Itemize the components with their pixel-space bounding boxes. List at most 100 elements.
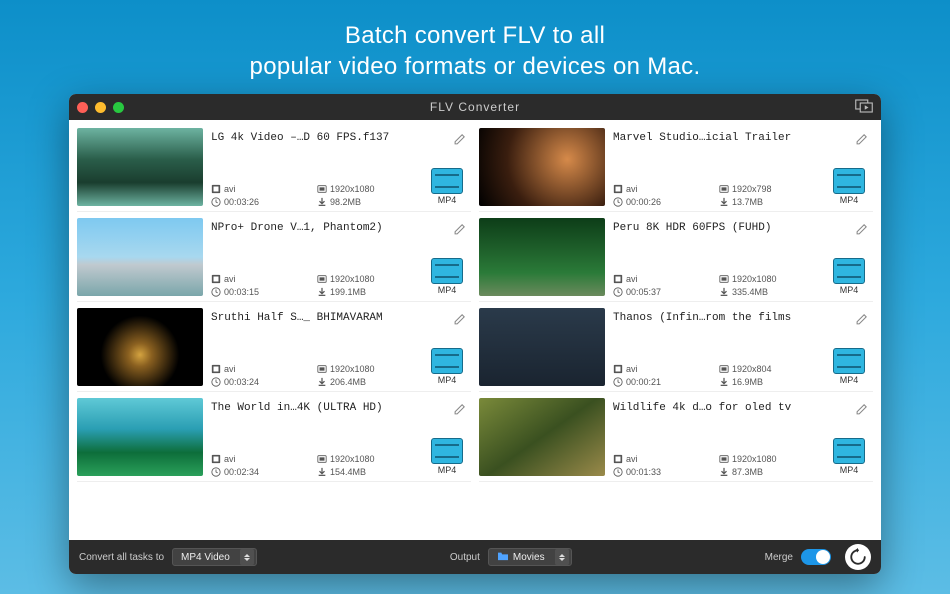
video-thumbnail[interactable] (479, 128, 605, 206)
video-format: avi (211, 184, 309, 194)
footer-bar: Convert all tasks to MP4 Video Output Mo… (69, 540, 881, 574)
video-format: avi (211, 364, 309, 374)
video-thumbnail[interactable] (479, 218, 605, 296)
video-thumbnail[interactable] (479, 398, 605, 476)
app-window: FLV Converter LG 4k Video –…D 60 FPS.f13… (69, 94, 881, 574)
format-icon (431, 258, 463, 284)
video-card[interactable]: Wildlife 4k d…o for oled tvavi1920x10800… (479, 398, 873, 482)
chevron-updown-icon (240, 549, 254, 565)
video-info: Thanos (Infin…rom the filmsavi1920x80400… (605, 308, 825, 391)
video-duration: 00:03:26 (211, 197, 309, 207)
output-folder-select[interactable]: Movies (488, 548, 572, 566)
marketing-headline: Batch convert FLV to allpopular video fo… (0, 0, 950, 94)
video-title: Sruthi Half S…_ BHIMAVARAM (211, 312, 415, 324)
edit-icon[interactable] (855, 402, 869, 421)
video-title: LG 4k Video –…D 60 FPS.f137 (211, 132, 415, 144)
format-label: MP4 (840, 375, 859, 385)
video-card[interactable]: NPro+ Drone V…1, Phantom2)avi1920x108000… (77, 218, 471, 302)
video-info: LG 4k Video –…D 60 FPS.f137 avi 1920x1080 0… (203, 128, 423, 211)
video-size: 16.9MB (719, 377, 817, 387)
edit-icon[interactable] (453, 222, 467, 241)
format-label: MP4 (840, 285, 859, 295)
video-list: LG 4k Video –…D 60 FPS.f137 avi 1920x1080 0… (69, 120, 881, 540)
video-duration: 00:03:24 (211, 377, 309, 387)
video-card[interactable]: Thanos (Infin…rom the filmsavi1920x80400… (479, 308, 873, 392)
output-format-badge[interactable]: MP4 (431, 438, 463, 475)
video-size: 199.1MB (317, 287, 415, 297)
convert-all-format-select[interactable]: MP4 Video (172, 548, 257, 566)
format-label: MP4 (840, 195, 859, 205)
format-icon (431, 438, 463, 464)
format-icon (431, 168, 463, 194)
video-title: Peru 8K HDR 60FPS (FUHD) (613, 222, 817, 234)
window-title: FLV Converter (69, 100, 881, 114)
format-icon (833, 258, 865, 284)
merge-toggle[interactable] (801, 549, 831, 565)
output-format-badge[interactable]: MP4 (833, 258, 865, 295)
edit-icon[interactable] (453, 312, 467, 331)
video-thumbnail[interactable] (479, 308, 605, 386)
edit-icon[interactable] (855, 132, 869, 151)
output-label: Output (450, 552, 480, 563)
video-format: avi (613, 184, 711, 194)
format-icon (431, 348, 463, 374)
minimize-button[interactable] (95, 102, 106, 113)
video-info: Peru 8K HDR 60FPS (FUHD)avi1920x108000:0… (605, 218, 825, 301)
video-size: 154.4MB (317, 467, 415, 477)
video-thumbnail[interactable] (77, 308, 203, 386)
video-title: NPro+ Drone V…1, Phantom2) (211, 222, 415, 234)
video-info: NPro+ Drone V…1, Phantom2)avi1920x108000… (203, 218, 423, 301)
video-resolution: 1920x1080 (317, 184, 415, 194)
video-format: avi (613, 274, 711, 284)
convert-all-format-value: MP4 Video (181, 552, 230, 563)
video-info: Wildlife 4k d…o for oled tvavi1920x10800… (605, 398, 825, 481)
media-settings-icon[interactable] (855, 99, 873, 116)
titlebar: FLV Converter (69, 94, 881, 120)
video-resolution: 1920x1080 (719, 454, 817, 464)
video-thumbnail[interactable] (77, 398, 203, 476)
video-format: avi (211, 454, 309, 464)
video-resolution: 1920x1080 (317, 274, 415, 284)
output-format-badge[interactable]: MP4 (431, 348, 463, 385)
output-folder-value: Movies (513, 552, 545, 563)
video-format: avi (613, 364, 711, 374)
format-label: MP4 (840, 465, 859, 475)
edit-icon[interactable] (855, 222, 869, 241)
output-format-badge[interactable]: MP4 (833, 348, 865, 385)
format-label: MP4 (438, 465, 457, 475)
convert-button[interactable] (845, 544, 871, 570)
zoom-button[interactable] (113, 102, 124, 113)
chevron-updown-icon (555, 549, 569, 565)
video-title: Thanos (Infin…rom the films (613, 312, 817, 324)
format-icon (833, 168, 865, 194)
video-info: The World in…4K (ULTRA HD)avi1920x108000… (203, 398, 423, 481)
merge-label: Merge (765, 552, 793, 563)
video-duration: 00:05:37 (613, 287, 711, 297)
video-duration: 00:00:21 (613, 377, 711, 387)
video-card[interactable]: Peru 8K HDR 60FPS (FUHD)avi1920x108000:0… (479, 218, 873, 302)
video-size: 98.2MB (317, 197, 415, 207)
output-format-badge[interactable]: MP4 (833, 438, 865, 475)
video-size: 335.4MB (719, 287, 817, 297)
video-thumbnail[interactable] (77, 128, 203, 206)
video-thumbnail[interactable] (77, 218, 203, 296)
video-duration: 00:03:15 (211, 287, 309, 297)
folder-icon (497, 551, 513, 564)
edit-icon[interactable] (855, 312, 869, 331)
output-format-badge[interactable]: MP4 (431, 258, 463, 295)
edit-icon[interactable] (453, 132, 467, 151)
video-resolution: 1920x798 (719, 184, 817, 194)
video-title: The World in…4K (ULTRA HD) (211, 402, 415, 414)
video-duration: 00:02:34 (211, 467, 309, 477)
output-format-badge[interactable]: MP4 (833, 168, 865, 205)
video-card[interactable]: Marvel Studio…icial Traileravi1920x79800… (479, 128, 873, 212)
video-card[interactable]: LG 4k Video –…D 60 FPS.f137 avi 1920x1080 0… (77, 128, 471, 212)
output-format-badge[interactable]: MP4 (431, 168, 463, 205)
video-info: Marvel Studio…icial Traileravi1920x79800… (605, 128, 825, 211)
edit-icon[interactable] (453, 402, 467, 421)
window-controls (77, 102, 124, 113)
video-card[interactable]: The World in…4K (ULTRA HD)avi1920x108000… (77, 398, 471, 482)
close-button[interactable] (77, 102, 88, 113)
video-duration: 00:00:26 (613, 197, 711, 207)
video-card[interactable]: Sruthi Half S…_ BHIMAVARAMavi1920x108000… (77, 308, 471, 392)
